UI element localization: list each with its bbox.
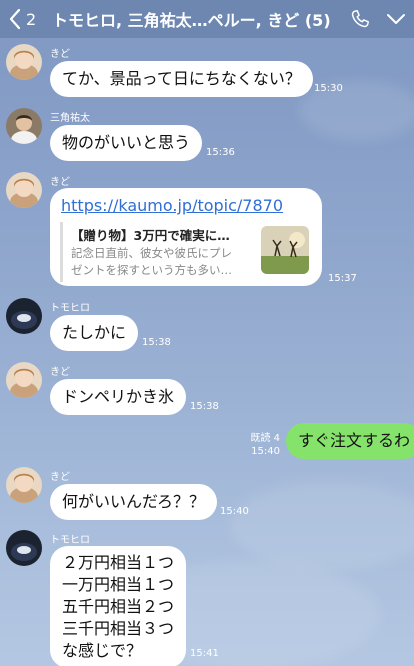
link-preview-description: ゼントを探すという方も多い… — [71, 263, 232, 277]
message-time: 15:37 — [328, 273, 357, 284]
avatar-image — [6, 467, 42, 503]
sender-name: きど — [50, 49, 70, 60]
message-time: 15:38 — [190, 401, 219, 412]
call-button[interactable] — [342, 0, 378, 38]
message-bubble[interactable]: ２万円相当１つ 一万円相当１つ 五千円相当２つ 三千円相当３つ な感じで？ — [50, 546, 187, 666]
thumbnail-image — [261, 226, 309, 274]
avatar[interactable] — [6, 530, 42, 566]
message-bubble[interactable]: ドンペリかき氷 — [50, 379, 187, 415]
chat-title[interactable]: トモヒロ, 三角祐太…ペルー, きど (5) — [44, 7, 342, 31]
chevron-left-icon — [9, 8, 21, 30]
message-time: 15:38 — [142, 337, 171, 348]
message-line: 一万円相当１つ — [62, 575, 175, 594]
message-bubble[interactable]: たしかに — [50, 315, 139, 351]
avatar-image — [6, 298, 42, 334]
link-preview-card[interactable]: https://kaumo.jp/topic/7870 【贈り物】3万円で確実に… — [50, 188, 322, 286]
phone-icon — [351, 10, 369, 28]
chevron-down-icon — [387, 14, 405, 24]
message-bubble[interactable]: 物のがいいと思う — [50, 125, 203, 161]
avatar-image — [6, 44, 42, 80]
own-message-bubble[interactable]: すぐ注文するわ — [286, 423, 414, 459]
read-receipt: 既読 4 — [250, 433, 280, 444]
avatar-image — [6, 108, 42, 144]
link-preview-description: 記念日直前、彼女や彼氏にプレ — [71, 246, 232, 260]
message-line: 五千円相当２つ — [62, 597, 175, 616]
message-bubble[interactable]: 何がいいんだろ？？ — [50, 484, 218, 520]
menu-button[interactable] — [378, 0, 414, 38]
message-time: 15:30 — [314, 83, 343, 94]
avatar[interactable] — [6, 108, 42, 144]
sender-name: 三角祐太 — [50, 113, 90, 124]
sender-name: きど — [50, 177, 70, 188]
message-time: 15:41 — [190, 648, 219, 659]
avatar[interactable] — [6, 467, 42, 503]
avatar[interactable] — [6, 44, 42, 80]
sender-name: きど — [50, 367, 70, 378]
message-time: 15:40 — [220, 506, 249, 517]
link-url[interactable]: https://kaumo.jp/topic/7870 — [61, 196, 283, 216]
message-line: ２万円相当１つ — [62, 553, 175, 572]
avatar-image — [6, 362, 42, 398]
avatar-image — [6, 172, 42, 208]
avatar[interactable] — [6, 298, 42, 334]
avatar[interactable] — [6, 362, 42, 398]
sender-name: トモヒロ — [50, 535, 90, 546]
avatar-image — [6, 530, 42, 566]
back-button[interactable]: 2 — [0, 0, 44, 38]
message-time: 15:36 — [206, 147, 235, 158]
unread-count: 2 — [26, 9, 37, 29]
message-line: 三千円相当３つ — [62, 619, 175, 638]
link-preview-box[interactable]: 【贈り物】3万円で確実に… 記念日直前、彼女や彼氏にプレ ゼントを探すという方も… — [60, 222, 312, 282]
sender-name: きど — [50, 472, 70, 483]
chat-header: 2 トモヒロ, 三角祐太…ペルー, きど (5) — [0, 0, 414, 38]
avatar[interactable] — [6, 172, 42, 208]
message-time: 15:40 — [251, 446, 280, 457]
message-bubble[interactable]: てか、景品って日にちなくない？ — [50, 61, 313, 97]
link-preview-title: 【贈り物】3万円で確実に… — [71, 228, 230, 243]
message-line: な感じで？ — [62, 641, 143, 660]
sender-name: トモヒロ — [50, 303, 90, 314]
link-thumbnail — [261, 226, 309, 274]
